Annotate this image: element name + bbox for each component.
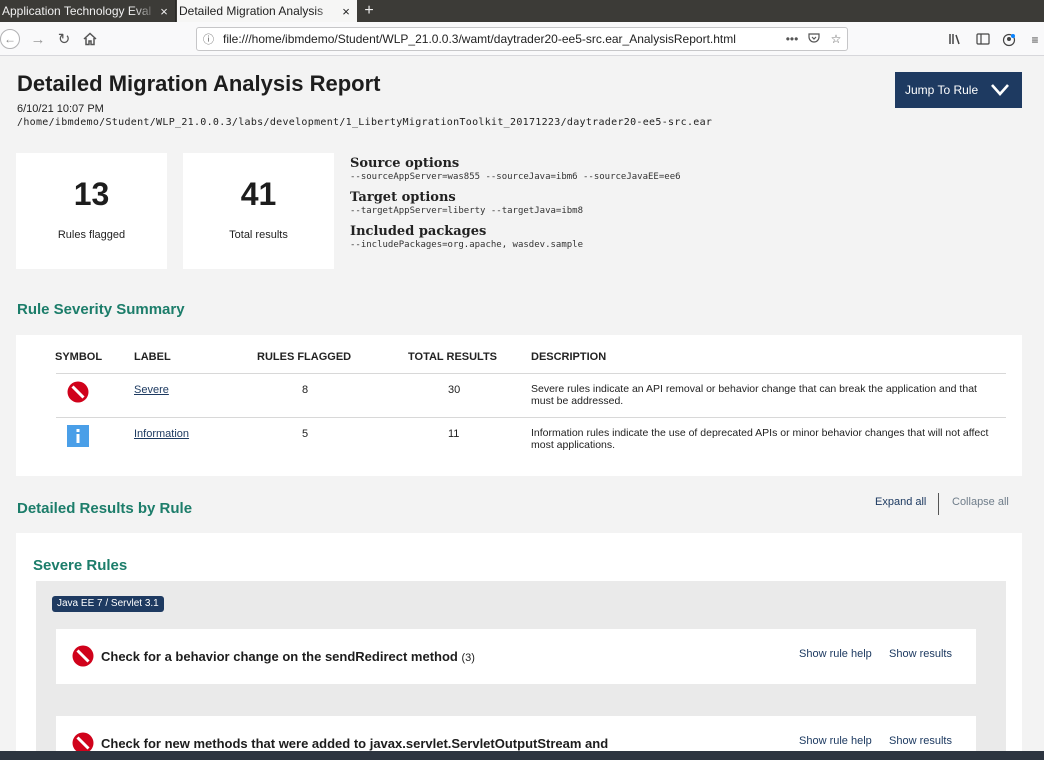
- rules-flagged-count: 13: [73, 176, 110, 212]
- jump-to-rule-label: Jump To Rule: [905, 83, 979, 97]
- target-options-value: --targetAppServer=liberty --targetJava=i…: [350, 206, 583, 216]
- bottom-bar: [0, 751, 1044, 760]
- browser-nav-bar: ← → ↻ ⓘ file:///home/ibmdemo/Student/WLP…: [0, 22, 1044, 56]
- jump-to-rule-button[interactable]: Jump To Rule: [895, 72, 1022, 108]
- total-results-card: 41 Total results: [183, 153, 334, 269]
- severity-summary-title: Rule Severity Summary: [17, 301, 185, 318]
- rule-title-text: Check for a behavior change on the sendR…: [101, 649, 458, 664]
- home-icon[interactable]: [80, 28, 100, 50]
- source-options-value: --sourceAppServer=was855 --sourceJava=ib…: [350, 172, 681, 182]
- severe-rules-flagged: 8: [302, 384, 309, 396]
- col-header-symbol: SYMBOL: [55, 351, 103, 363]
- tab-label: Detailed Migration Analysis: [179, 4, 324, 18]
- rule-title: Check for new methods that were added to…: [101, 736, 608, 751]
- url-bar[interactable]: ⓘ file:///home/ibmdemo/Student/WLP_21.0.…: [196, 27, 848, 51]
- source-options-heading: Source options: [350, 156, 460, 171]
- severe-total-results: 30: [448, 384, 461, 396]
- severe-rules-title: Severe Rules: [33, 557, 128, 574]
- rules-flagged-label: Rules flagged: [57, 229, 126, 241]
- report-date: 6/10/21 10:07 PM: [17, 103, 104, 115]
- report-page: Detailed Migration Analysis Report 6/10/…: [0, 57, 1044, 760]
- severe-description: Severe rules indicate an API removal or …: [531, 383, 977, 407]
- show-rule-help-link[interactable]: Show rule help: [799, 648, 872, 660]
- back-arrow-icon: ←: [0, 29, 20, 49]
- total-results-count: 41: [240, 176, 277, 212]
- col-header-label: LABEL: [134, 351, 171, 363]
- total-results-label: Total results: [229, 229, 288, 241]
- reload-icon[interactable]: ↻: [54, 28, 74, 50]
- browser-tab-bar: Application Technology Eval × Detailed M…: [0, 0, 1044, 22]
- severe-link[interactable]: Severe: [134, 384, 169, 396]
- close-tab-icon[interactable]: ×: [157, 4, 171, 19]
- expand-all-link[interactable]: Expand all: [875, 496, 926, 508]
- severity-row-information[interactable]: Information: [134, 428, 189, 440]
- page-info-icon[interactable]: ⓘ: [203, 31, 219, 47]
- options-block: Source options --sourceAppServer=was855 …: [350, 156, 681, 258]
- target-options-heading: Target options: [350, 190, 456, 205]
- url-text: file:///home/ibmdemo/Student/WLP_21.0.0.…: [223, 32, 736, 46]
- report-path: /home/ibmdemo/Student/WLP_21.0.0.3/labs/…: [17, 117, 713, 128]
- detailed-results-title: Detailed Results by Rule: [17, 500, 193, 517]
- library-icon[interactable]: [946, 33, 964, 48]
- rule-group: Java EE 7 / Servlet 3.1 Check for a beha…: [36, 581, 1006, 760]
- rule-card[interactable]: Check for a behavior change on the sendR…: [56, 629, 976, 684]
- col-header-total-results: TOTAL RESULTS: [408, 351, 498, 363]
- collapse-all-link[interactable]: Collapse all: [952, 496, 1009, 508]
- page-title: Detailed Migration Analysis Report: [17, 71, 381, 96]
- rule-title-text: Check for new methods that were added to…: [101, 736, 609, 751]
- severity-row-severe[interactable]: Severe: [134, 384, 169, 396]
- back-button[interactable]: ←: [0, 28, 20, 50]
- forward-arrow-icon[interactable]: →: [28, 28, 48, 50]
- show-results-link[interactable]: Show results: [889, 735, 952, 747]
- row-divider: [56, 373, 1006, 374]
- chevron-down-icon: [991, 84, 1009, 96]
- information-rules-flagged: 5: [302, 428, 309, 440]
- col-header-description: DESCRIPTION: [531, 351, 607, 363]
- rules-flagged-card: 13 Rules flagged: [16, 153, 167, 269]
- included-packages-heading: Included packages: [350, 224, 487, 239]
- information-link[interactable]: Information: [134, 428, 189, 440]
- close-tab-icon[interactable]: ×: [339, 4, 353, 19]
- tab-app-technology-eval[interactable]: Application Technology Eval ×: [0, 0, 176, 22]
- rule-title: Check for a behavior change on the sendR…: [101, 649, 475, 664]
- information-description: Information rules indicate the use of de…: [531, 427, 989, 451]
- menu-icon[interactable]: ≡: [1026, 33, 1044, 47]
- severity-summary-table: SYMBOL LABEL RULES FLAGGED TOTAL RESULTS…: [16, 335, 1022, 476]
- row-divider: [56, 417, 1006, 418]
- severe-icon: [72, 645, 94, 667]
- divider: [938, 493, 939, 515]
- information-total-results: 11: [448, 428, 460, 440]
- info-icon: [67, 425, 89, 447]
- show-rule-help-link[interactable]: Show rule help: [799, 735, 872, 747]
- pocket-icon[interactable]: [803, 32, 825, 47]
- severe-rules-panel: Severe Rules Java EE 7 / Servlet 3.1 Che…: [16, 533, 1022, 760]
- col-header-rules-flagged: RULES FLAGGED: [257, 351, 352, 363]
- show-results-link[interactable]: Show results: [889, 648, 952, 660]
- rule-group-tag: Java EE 7 / Servlet 3.1: [52, 596, 164, 612]
- bookmark-star-icon[interactable]: ☆: [825, 32, 847, 46]
- rule-result-count: (3): [461, 652, 475, 664]
- account-icon[interactable]: [1000, 33, 1018, 50]
- new-tab-button[interactable]: +: [357, 0, 381, 22]
- included-packages-value: --includePackages=org.apache, wasdev.sam…: [350, 240, 583, 250]
- tab-detailed-migration-analysis[interactable]: Detailed Migration Analysis ×: [177, 0, 357, 22]
- tab-label: Application Technology Eval: [2, 4, 152, 18]
- page-actions-icon[interactable]: •••: [781, 32, 803, 46]
- severe-icon: [67, 381, 89, 403]
- sidebar-icon[interactable]: [974, 33, 992, 48]
